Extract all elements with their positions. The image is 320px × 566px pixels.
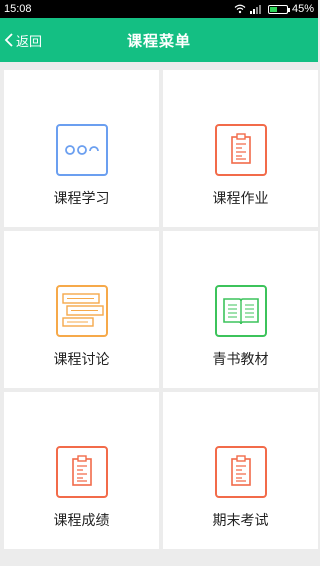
menu-item-course-grades[interactable]: 课程成绩 <box>4 392 159 549</box>
menu-item-course-discussion[interactable]: 课程讨论 <box>4 231 159 388</box>
wifi-icon <box>234 4 246 14</box>
page-title: 课程菜单 <box>126 31 191 50</box>
clipboard-icon <box>214 124 267 176</box>
course-menu-grid: 课程学习 课程作业 课程讨论 青书教材 课程成绩 期末考试 <box>4 70 318 549</box>
status-time: 15:08 <box>4 3 32 15</box>
menu-item-label: 期末考试 <box>212 513 269 529</box>
status-bar: 15:08 45% <box>0 0 318 18</box>
menu-item-label: 课程成绩 <box>53 513 110 529</box>
clipboard-icon <box>55 446 108 498</box>
menu-item-course-study[interactable]: 课程学习 <box>4 70 159 227</box>
chat-dots-icon <box>55 124 108 176</box>
signal-icon <box>249 5 261 14</box>
header-bar: 返回 课程菜单 <box>0 18 318 62</box>
battery-icon <box>267 4 290 14</box>
menu-item-label: 青书教材 <box>212 352 269 368</box>
status-icons: 45% <box>234 3 314 15</box>
menu-item-label: 课程作业 <box>212 191 269 207</box>
menu-item-label: 课程学习 <box>53 191 110 207</box>
menu-item-course-homework[interactable]: 课程作业 <box>163 70 318 227</box>
discussion-icon <box>55 285 108 337</box>
battery-percent: 45% <box>291 3 314 15</box>
menu-item-final-exam[interactable]: 期末考试 <box>163 392 318 549</box>
bottom-divider <box>0 553 318 566</box>
menu-item-label: 课程讨论 <box>53 352 110 368</box>
menu-item-qingshu-textbook[interactable]: 青书教材 <box>163 231 318 388</box>
clipboard-icon <box>214 446 267 498</box>
book-icon <box>214 285 267 337</box>
